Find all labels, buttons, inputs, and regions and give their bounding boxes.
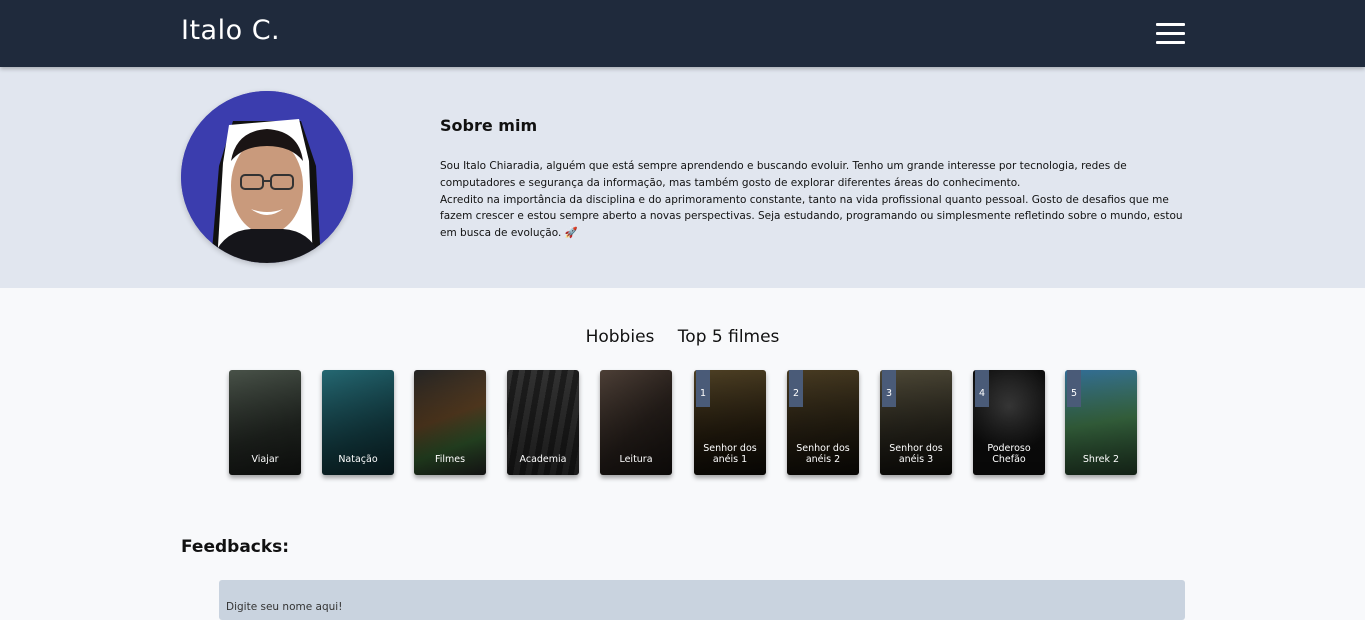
movie-card-3[interactable]: 3 Senhor dos anéis 3 [880,370,952,475]
about-description: Sou Italo Chiaradia, alguém que está sem… [440,158,1186,242]
about-section: Sobre mim Sou Italo Chiaradia, alguém qu… [0,67,1365,288]
rank-badge: 3 [882,370,896,407]
name-input[interactable] [219,580,1185,620]
about-title: Sobre mim [440,116,538,135]
card-label: Filmes [434,453,466,465]
section-tabs: Hobbies Top 5 filmes [0,327,1365,347]
rank-badge: 4 [975,370,989,407]
about-paragraph-1: Sou Italo Chiaradia, alguém que está sem… [440,160,1127,189]
movie-card-5[interactable]: 5 Shrek 2 [1065,370,1137,475]
card-label: Senhor dos anéis 1 [703,443,757,465]
profile-avatar [181,91,353,263]
navbar: Italo C. [0,0,1365,67]
tab-hobbies[interactable]: Hobbies [586,327,655,347]
card-label: Senhor dos anéis 2 [796,443,850,465]
hobby-card-natacao[interactable]: Natação [322,370,394,475]
hobby-card-leitura[interactable]: Leitura [600,370,672,475]
feedback-title: Feedbacks: [181,537,290,557]
hobby-card-viajar[interactable]: Viajar [229,370,301,475]
movie-card-1[interactable]: 1 Senhor dos anéis 1 [694,370,766,475]
card-label: Senhor dos anéis 3 [889,443,943,465]
hobby-card-filmes[interactable]: Filmes [414,370,486,475]
card-label: Natação [338,453,378,465]
rank-badge: 5 [1067,370,1081,407]
card-label: Poderoso Chefão [987,443,1031,465]
about-paragraph-2: Acredito na importância da disciplina e … [440,193,1183,240]
hobby-card-academia[interactable]: Academia [507,370,579,475]
profile-photo-icon [181,91,353,263]
card-label: Shrek 2 [1082,453,1120,465]
card-label: Leitura [619,453,653,465]
rank-badge: 2 [789,370,803,407]
tab-top-5-filmes[interactable]: Top 5 filmes [678,327,780,347]
hamburger-menu-icon[interactable] [1156,23,1185,44]
movie-card-4[interactable]: 4 Poderoso Chefão [973,370,1045,475]
card-label: Viajar [251,453,279,465]
card-label: Academia [519,453,567,465]
brand-title[interactable]: Italo C. [181,15,280,46]
rank-badge: 1 [696,370,710,407]
movie-card-2[interactable]: 2 Senhor dos anéis 2 [787,370,859,475]
